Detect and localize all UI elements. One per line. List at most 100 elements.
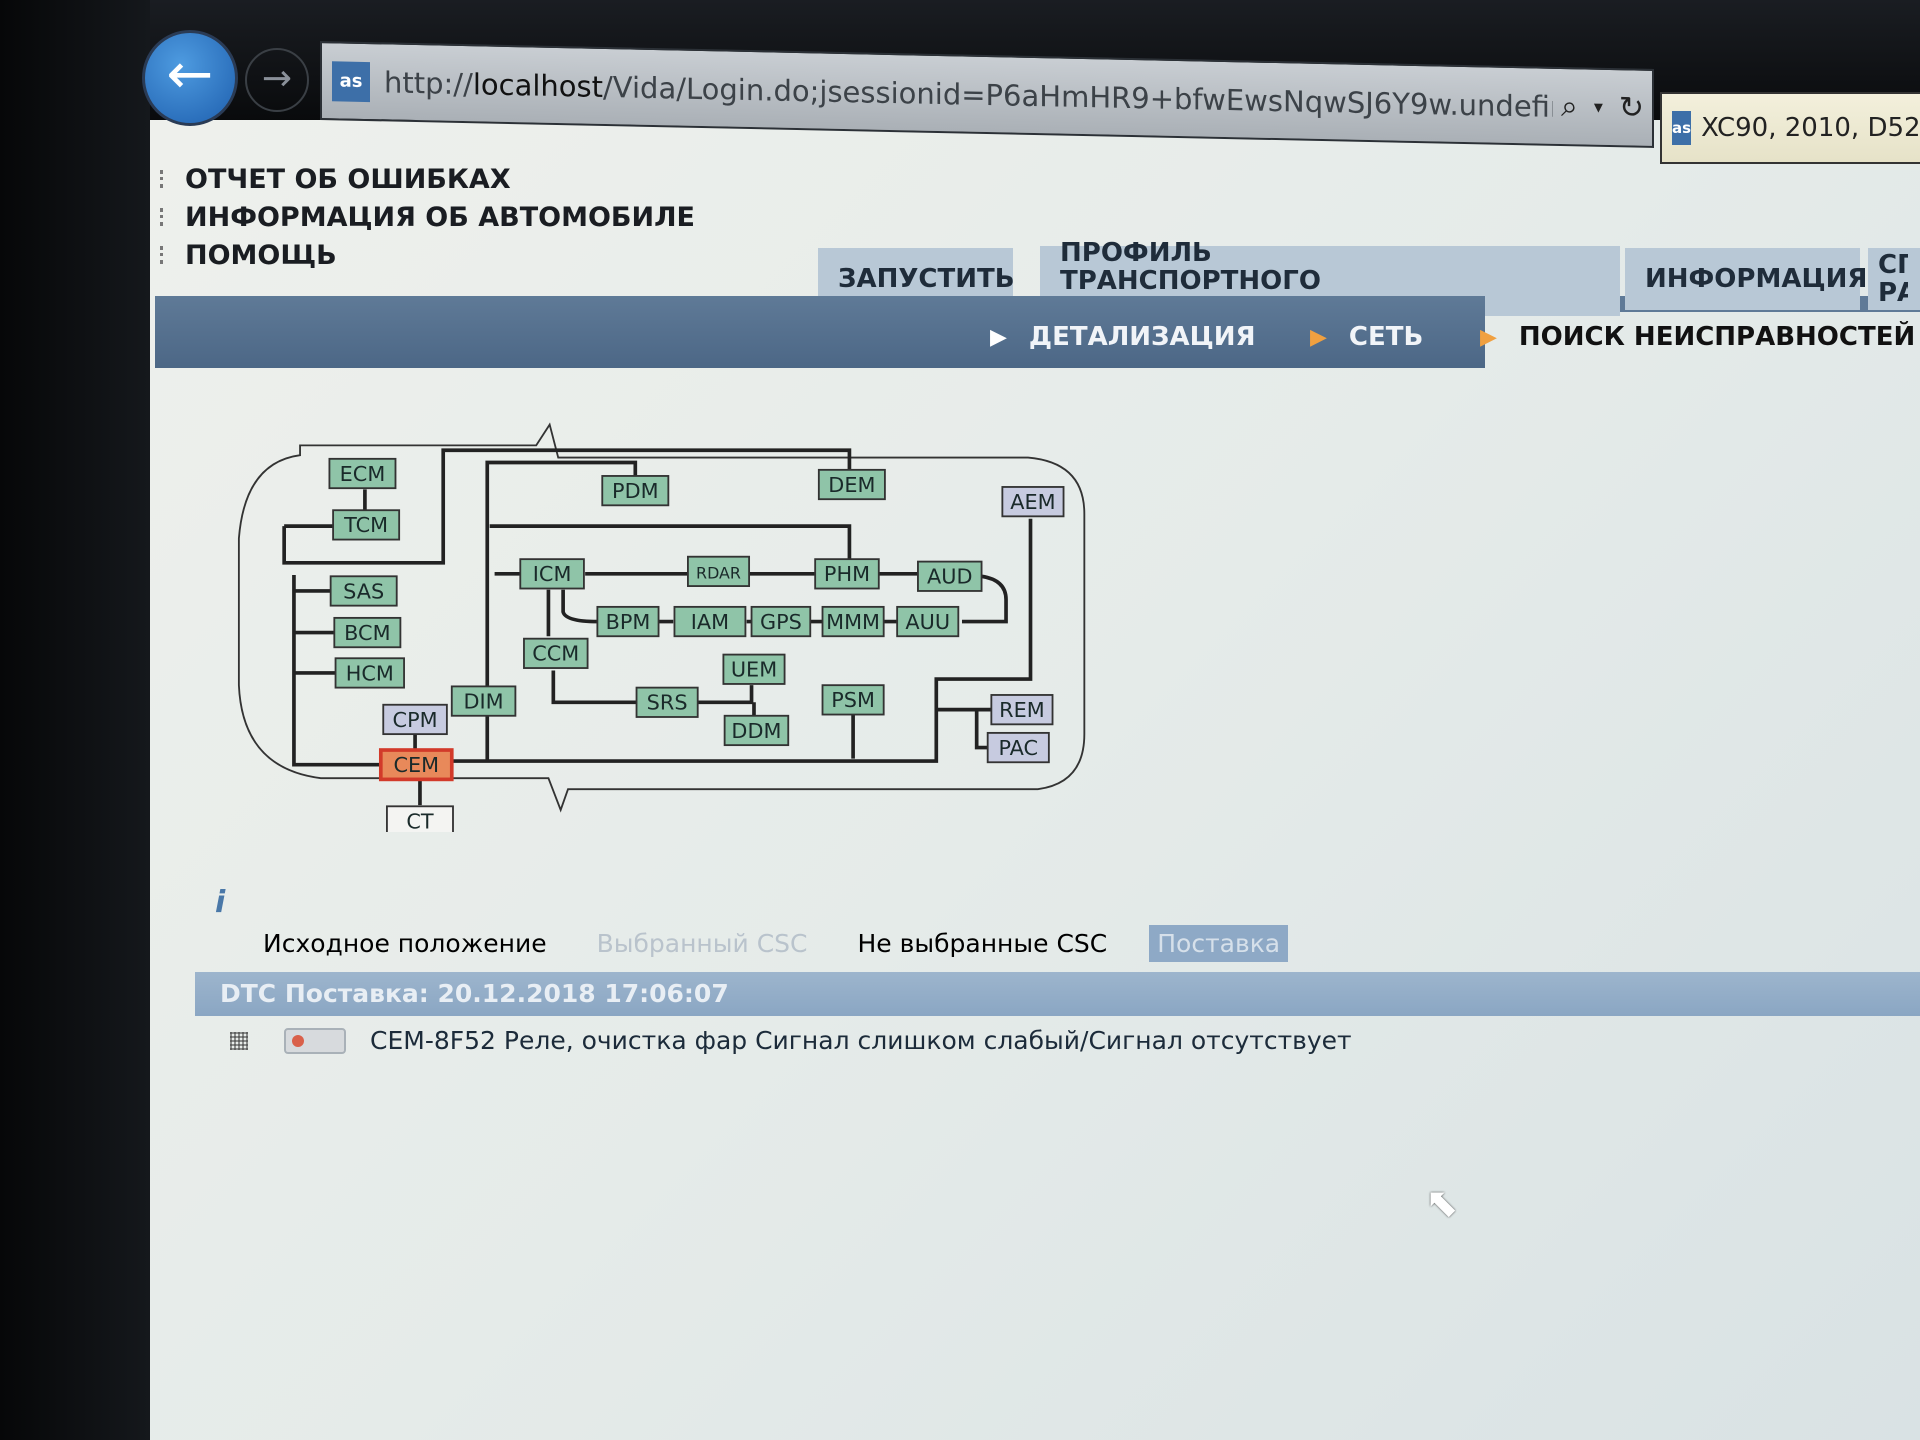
monitor-bezel-left: [0, 0, 150, 1440]
ecu-label: SRS: [647, 691, 688, 715]
tab-site-icon: as: [1672, 111, 1692, 145]
ecu-node-icm[interactable]: ICM: [519, 558, 585, 590]
ecu-node-ccm[interactable]: CCM: [523, 637, 589, 669]
ecu-label: CEM: [393, 753, 439, 777]
dtc-header: DTC Поставка: 20.12.2018 17:06:07: [195, 972, 1920, 1016]
ecu-label: MMM: [826, 610, 880, 634]
grid-icon: [230, 1031, 248, 1050]
status-indicator-icon: [284, 1027, 346, 1054]
ecu-label: AEM: [1010, 490, 1055, 514]
ecu-node-phm[interactable]: PHM: [814, 558, 880, 590]
ecu-label: AUU: [905, 610, 950, 634]
info-icon[interactable]: i: [215, 885, 225, 920]
site-icon: as: [332, 60, 370, 102]
grip-icon: [160, 170, 169, 188]
ecu-node-cpm[interactable]: CPM: [382, 703, 448, 736]
ecu-node-aem[interactable]: AEM: [1001, 486, 1065, 518]
subnav-troubleshoot[interactable]: ▶ ПОИСК НЕИСПРАВНОСТЕЙ: [1480, 322, 1915, 352]
network-diagram: ECM TCM SAS BCM HCM CPM CEM CT DIM PDM DEM AEM ICM RD…: [237, 422, 1086, 832]
url-path: /Vida/Login.do;jsessionid=P6aHmHR9+bfwEw…: [603, 69, 1553, 124]
ecu-label: RDAR: [696, 564, 741, 583]
ecu-node-rem[interactable]: REM: [990, 694, 1054, 726]
menu-item-error-report[interactable]: ОТЧЕТ ОБ ОШИБКАХ: [160, 160, 695, 198]
nav-band: [155, 296, 1485, 368]
ecu-label: ICM: [533, 562, 572, 586]
ecu-node-mmm[interactable]: MMM: [821, 605, 885, 638]
ecu-label: CPM: [393, 708, 438, 732]
ecu-node-aud[interactable]: AUD: [917, 560, 983, 592]
ecu-node-dim[interactable]: DIM: [450, 685, 517, 717]
menu-label: ПОМОЩЬ: [185, 239, 337, 271]
search-icon[interactable]: ⌕: [1561, 89, 1578, 124]
tab-information[interactable]: ИНФОРМАЦИЯ: [1625, 248, 1867, 310]
menu-item-help[interactable]: ПОМОЩЬ: [160, 236, 695, 274]
ecu-label: ECM: [340, 462, 386, 486]
ecu-node-uem[interactable]: UEM: [722, 653, 786, 685]
ecu-label: CCM: [532, 642, 579, 666]
ecu-node-tcm[interactable]: TCM: [332, 509, 401, 541]
ecu-label: BCM: [344, 621, 390, 645]
ecu-node-pac[interactable]: PAC: [986, 731, 1050, 764]
subtab-home[interactable]: Исходное положение: [255, 925, 555, 962]
ecu-node-psm[interactable]: PSM: [821, 684, 885, 716]
ecu-label: PAC: [998, 736, 1038, 760]
url-text[interactable]: http://localhost/Vida/Login.do;jsessioni…: [384, 65, 1553, 123]
subnav-network[interactable]: ▶ СЕТЬ: [1310, 322, 1423, 352]
ecu-node-sas[interactable]: SAS: [329, 575, 398, 607]
refresh-icon[interactable]: ↻: [1619, 90, 1644, 126]
ecu-label: AUD: [927, 565, 972, 589]
url-prefix: http://: [384, 64, 473, 101]
ecu-node-cem[interactable]: CEM: [378, 748, 454, 782]
ecu-label: BPM: [606, 610, 651, 634]
ecu-label: DEM: [828, 473, 875, 497]
tab-cut-off[interactable]: СП РА: [1868, 248, 1920, 310]
ecu-label: PSM: [831, 688, 875, 712]
ecu-label: HCM: [346, 661, 394, 685]
tab-label: СП РА: [1878, 251, 1908, 307]
ecu-node-bpm[interactable]: BPM: [596, 605, 660, 638]
subnav-label: ДЕТАЛИЗАЦИЯ: [1028, 322, 1256, 352]
ecu-node-auu[interactable]: AUU: [896, 605, 960, 638]
subnav-detail[interactable]: ▶ ДЕТАЛИЗАЦИЯ: [990, 322, 1256, 352]
ecu-label: REM: [999, 698, 1045, 722]
dtc-text: CEM-8F52 Реле, очистка фар Сигнал слишко…: [370, 1026, 1352, 1055]
ecu-node-gps[interactable]: GPS: [750, 605, 812, 638]
ecu-node-ct[interactable]: CT: [386, 805, 454, 832]
dtc-row[interactable]: CEM-8F52 Реле, очистка фар Сигнал слишко…: [230, 1026, 1352, 1055]
url-host: localhost: [472, 66, 604, 104]
ecu-label: GPS: [760, 610, 802, 634]
menu-label: ИНФОРМАЦИЯ ОБ АВТОМОБИЛЕ: [185, 201, 695, 233]
tab-label: ЗАПУСТИТЬ: [838, 264, 1015, 294]
subnav-label: СЕТЬ: [1348, 322, 1424, 352]
browser-tab[interactable]: as XC90, 2010, D5244T: [1660, 92, 1920, 164]
ecu-node-iam[interactable]: IAM: [673, 605, 747, 638]
ecu-node-ddm[interactable]: DDM: [723, 714, 790, 747]
ecu-node-bcm[interactable]: BCM: [333, 616, 402, 649]
ecu-node-dem[interactable]: DEM: [817, 468, 886, 501]
ecu-label: SAS: [343, 579, 384, 603]
ecu-label: DIM: [464, 689, 504, 713]
tab-label: ИНФОРМАЦИЯ: [1645, 264, 1868, 294]
ecu-label: DDM: [731, 719, 781, 743]
ecu-node-hcm[interactable]: HCM: [334, 657, 405, 689]
dropdown-icon[interactable]: ▾: [1594, 97, 1603, 118]
arrow-icon: ▶: [1310, 324, 1327, 350]
mouse-cursor-icon: ⬉: [1425, 1180, 1459, 1226]
ecu-node-ecm[interactable]: ECM: [328, 457, 397, 490]
subtab-delivery[interactable]: Поставка: [1149, 925, 1289, 962]
subtab-selected-csc[interactable]: Выбранный CSC: [589, 925, 816, 962]
ecu-node-pdm[interactable]: PDM: [601, 475, 670, 507]
ecu-node-srs[interactable]: SRS: [635, 686, 699, 718]
menu-item-vehicle-info[interactable]: ИНФОРМАЦИЯ ОБ АВТОМОБИЛЕ: [160, 198, 695, 236]
arrow-icon: ▶: [1480, 324, 1497, 350]
tab-title: XC90, 2010, D5244T: [1701, 113, 1920, 143]
forward-arrow-icon[interactable]: →: [245, 48, 309, 112]
arrow-icon: ▶: [990, 324, 1007, 350]
ecu-label: CT: [406, 809, 434, 832]
ecu-node-rdar[interactable]: RDAR: [687, 555, 751, 587]
subtab-unselected-csc[interactable]: Не выбранные CSC: [850, 925, 1116, 962]
top-menu: ОТЧЕТ ОБ ОШИБКАХ ИНФОРМАЦИЯ ОБ АВТОМОБИЛ…: [160, 160, 695, 274]
ecu-label: TCM: [343, 513, 388, 537]
ecu-label: IAM: [691, 610, 729, 634]
back-arrow-icon[interactable]: ←: [142, 30, 238, 126]
